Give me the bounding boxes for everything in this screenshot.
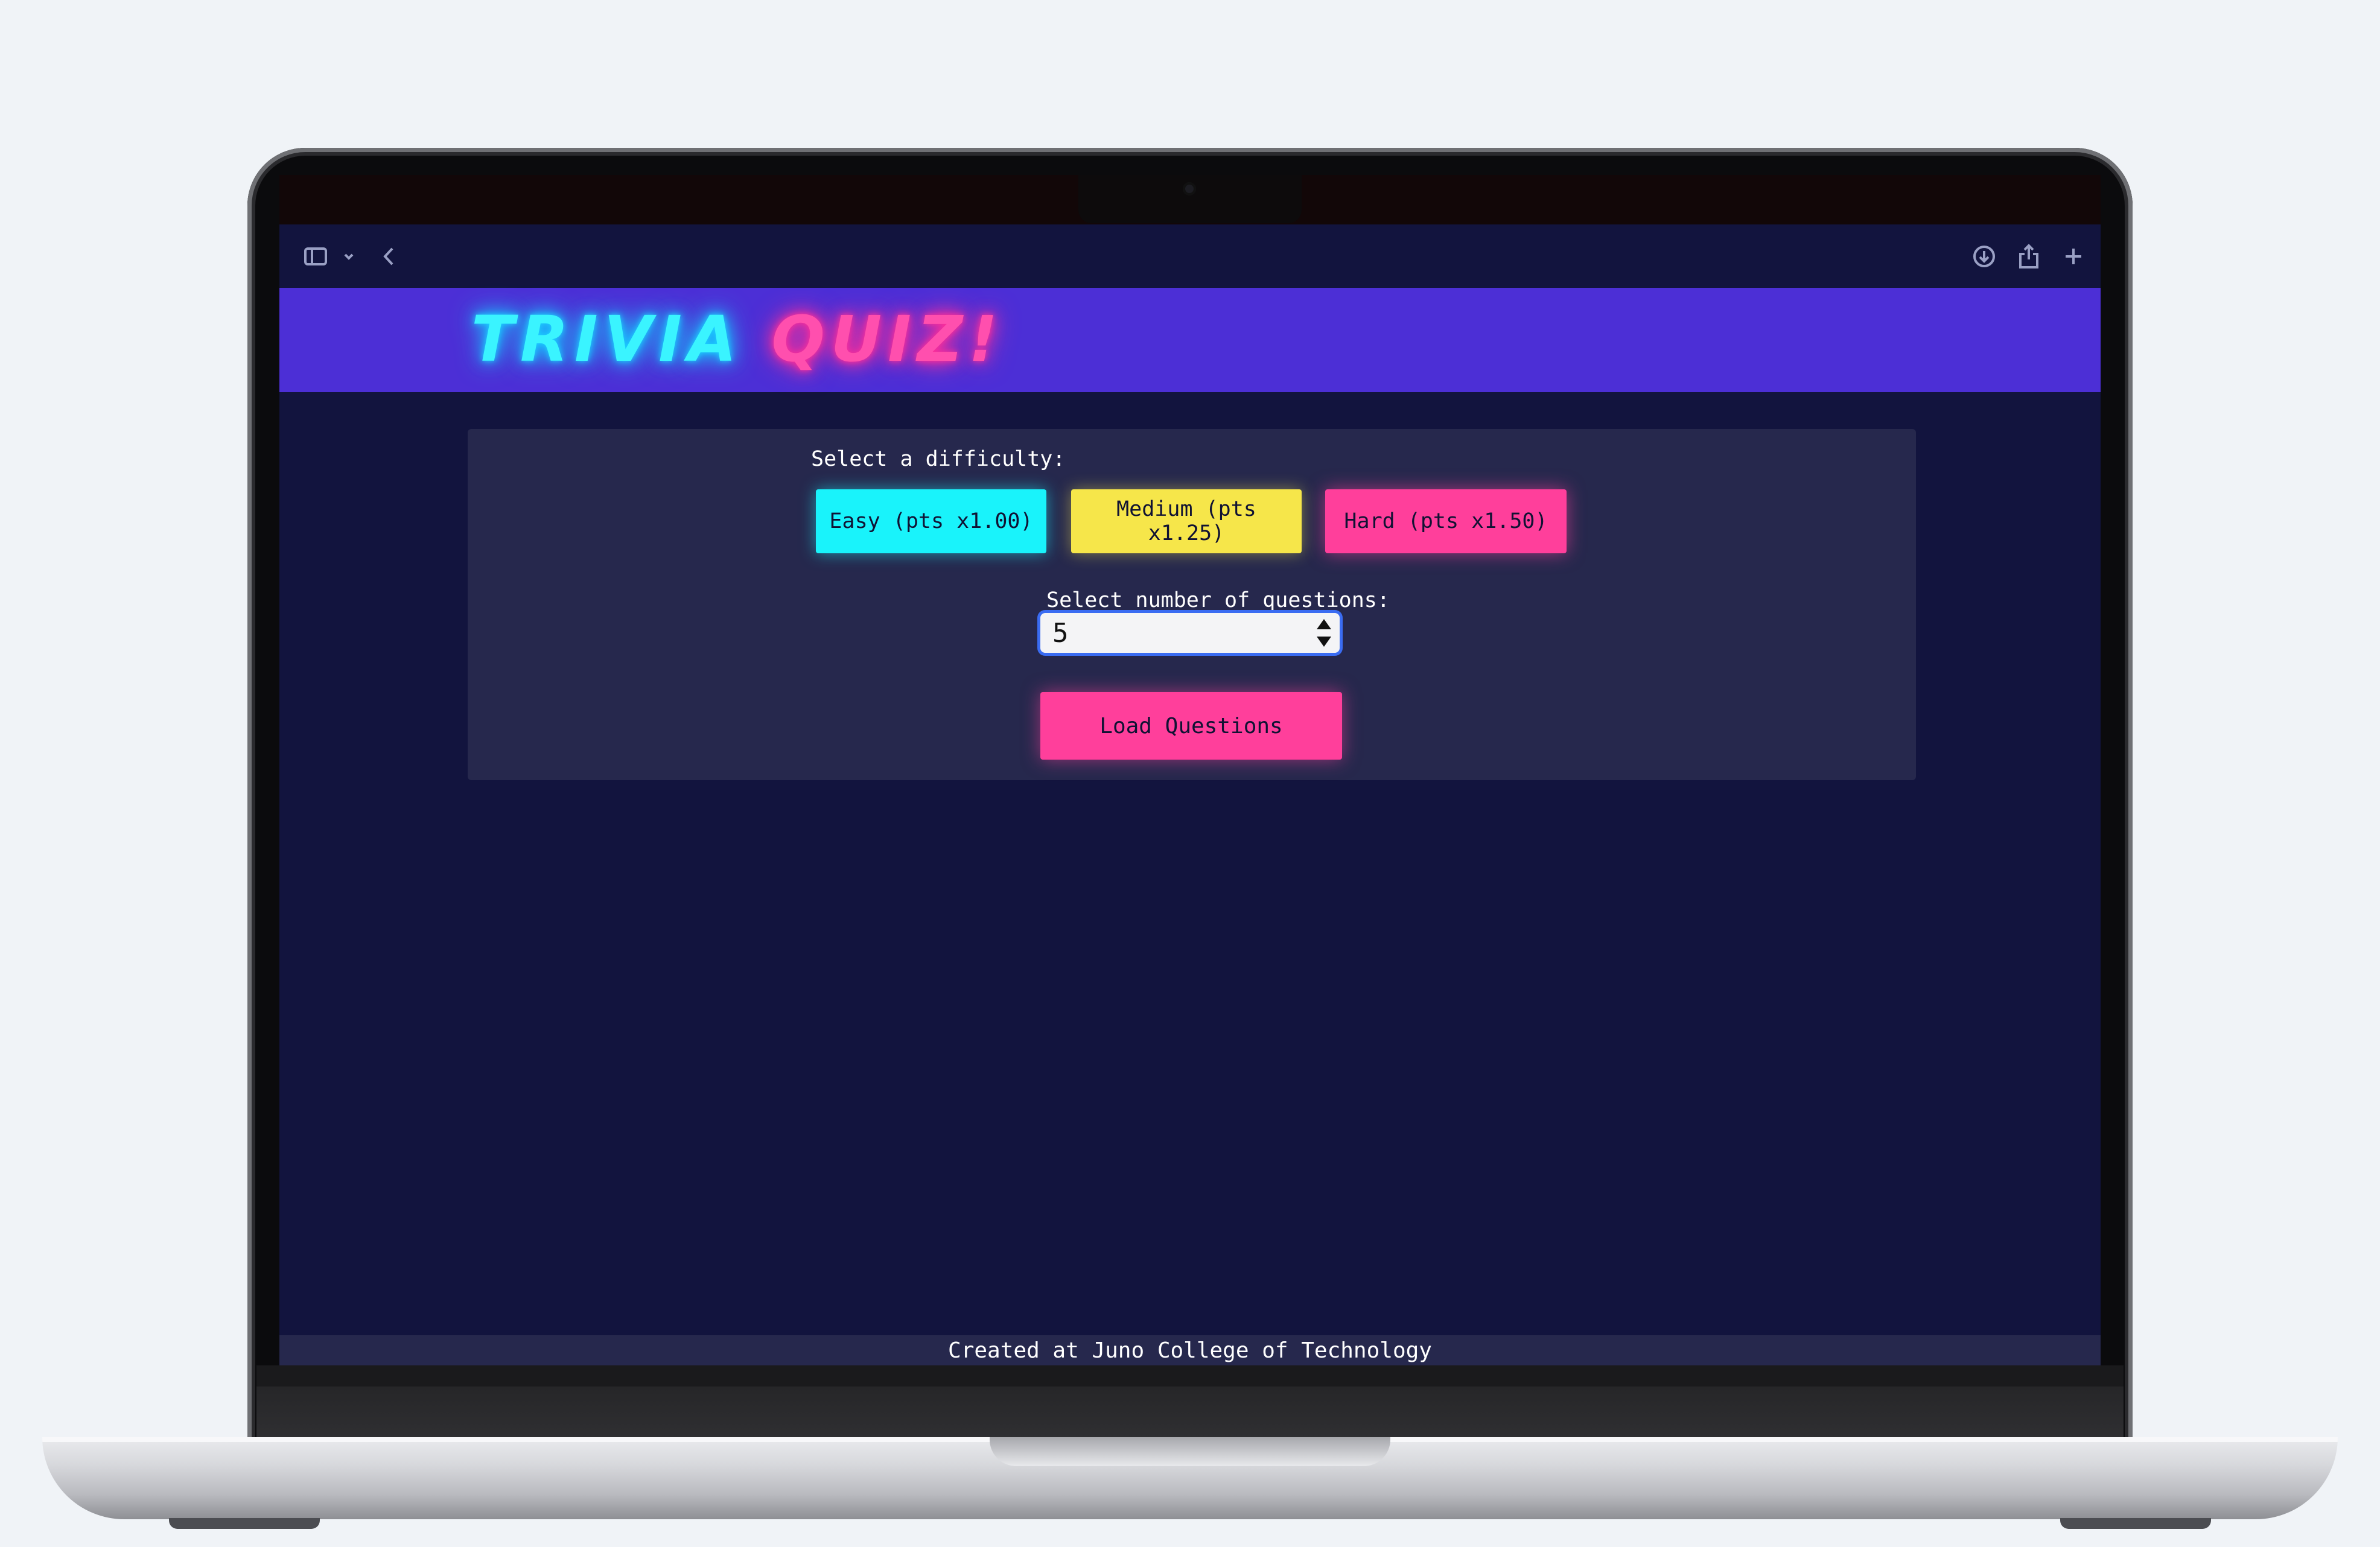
download-icon[interactable]	[1970, 243, 1998, 270]
plus-icon[interactable]	[2060, 243, 2087, 270]
questions-count-stepper[interactable]: 5	[1040, 613, 1340, 653]
page-title: TRIVIA QUIZ!	[471, 300, 1004, 378]
questions-count-label: Select number of questions:	[1046, 588, 1390, 612]
share-icon[interactable]	[2015, 243, 2043, 270]
back-arrow-icon[interactable]	[375, 243, 402, 270]
sidebar-icon[interactable]	[302, 243, 329, 270]
difficulty-label: Select a difficulty:	[811, 447, 1066, 471]
app-header: TRIVIA QUIZ!	[279, 288, 2101, 392]
browser-screen: TRIVIA QUIZ! Select a difficulty: Easy (…	[279, 224, 2101, 1365]
arrow-down-icon[interactable]	[1317, 637, 1331, 647]
easy-difficulty-button[interactable]: Easy (pts x1.00)	[816, 489, 1046, 553]
laptop-base-notch	[990, 1437, 1390, 1466]
footer-text: Created at Juno College of Technology	[948, 1338, 1432, 1363]
page-footer: Created at Juno College of Technology	[279, 1335, 2101, 1365]
arrow-up-icon[interactable]	[1317, 619, 1331, 629]
browser-toolbar	[279, 224, 2101, 288]
quiz-settings-panel: Select a difficulty: Easy (pts x1.00) Me…	[468, 429, 1916, 780]
title-word-quiz: QUIZ!	[771, 302, 1004, 376]
questions-count-value: 5	[1052, 617, 1069, 649]
medium-difficulty-button[interactable]: Medium (pts x1.25)	[1071, 489, 1302, 553]
chevron-down-icon[interactable]	[335, 243, 363, 270]
laptop-foot-left	[169, 1518, 320, 1529]
stepper-arrows-icon[interactable]	[1317, 618, 1331, 648]
title-word-trivia: TRIVIA	[471, 302, 743, 376]
bottom-bezel-shade	[256, 1387, 2124, 1438]
camera-icon	[1183, 182, 1196, 195]
load-questions-button[interactable]: Load Questions	[1040, 692, 1342, 760]
laptop-foot-right	[2060, 1518, 2211, 1529]
hard-difficulty-button[interactable]: Hard (pts x1.50)	[1325, 489, 1567, 553]
